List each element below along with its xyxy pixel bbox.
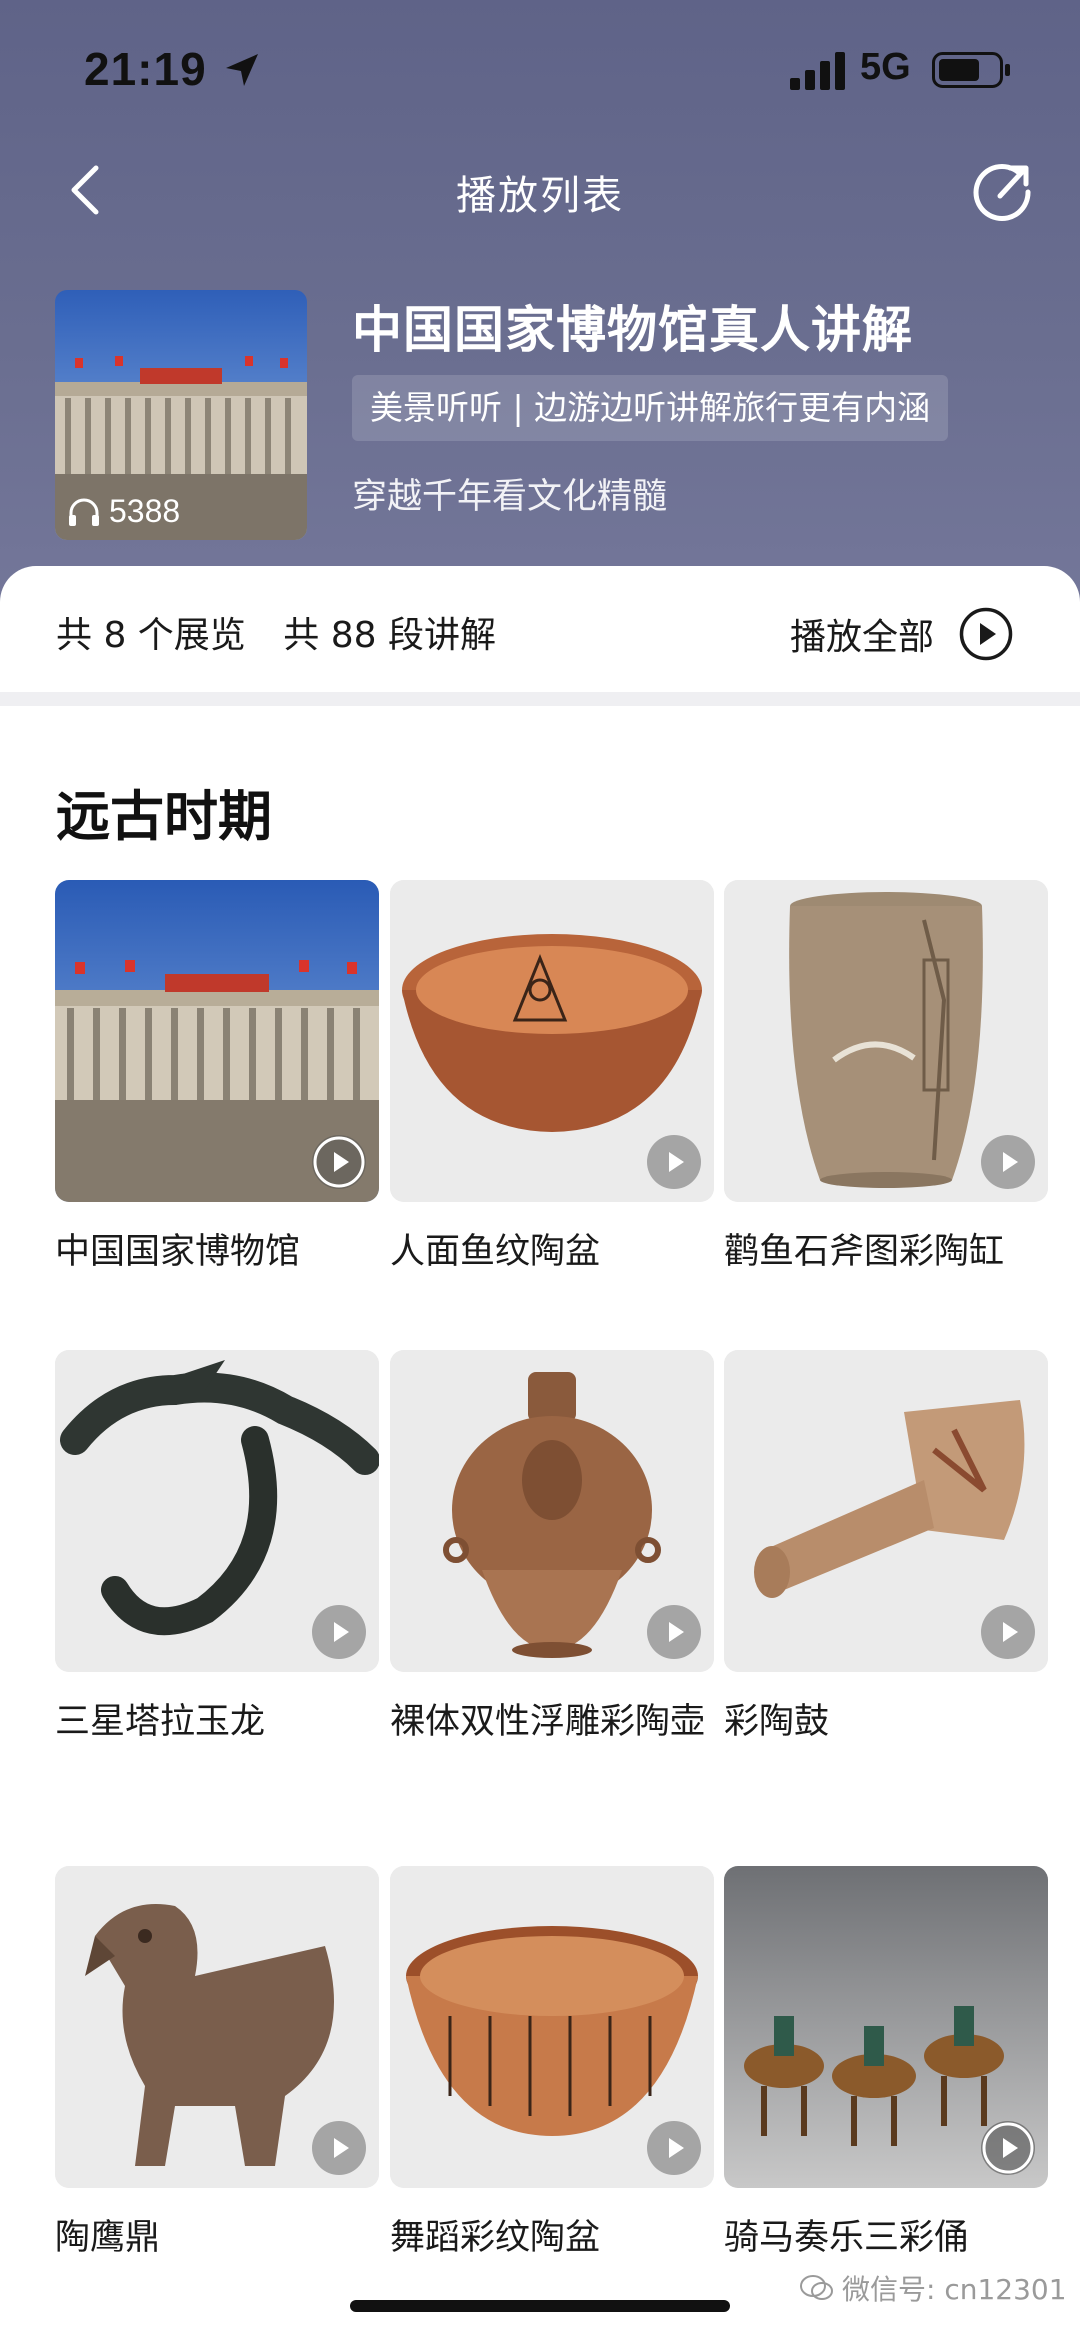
album-title: 中国国家博物馆真人讲解 [352, 301, 913, 359]
play-icon[interactable] [311, 1134, 367, 1190]
exhibit-title: 人面鱼纹陶盆 [390, 1232, 601, 1272]
home-indicator[interactable] [350, 2300, 730, 2312]
exhibition-count: 共 8 个展览 [56, 615, 246, 656]
exhibit-thumbnail [390, 1350, 714, 1672]
page-title: 播放列表 [456, 173, 624, 219]
exhibit-title: 陶鹰鼎 [55, 2218, 161, 2258]
exhibit-card[interactable]: 陶鹰鼎 [55, 1866, 379, 2262]
exhibit-card[interactable]: 裸体双性浮雕彩陶壶 [390, 1350, 714, 1746]
play-all-button[interactable]: 播放全部 [790, 606, 1014, 662]
exhibit-title: 骑马奏乐三彩俑 [724, 2218, 970, 2258]
album-subtitle: 穿越千年看文化精髓 [352, 477, 668, 517]
wechat-icon [800, 2275, 833, 2300]
album-cover-image[interactable]: 5388 [55, 290, 307, 540]
play-icon[interactable] [980, 1604, 1036, 1660]
battery-icon [932, 52, 1010, 88]
section-title: 远古时期 [56, 785, 272, 848]
network-label: 5G [860, 46, 911, 88]
play-circle-icon [959, 607, 1013, 661]
status-bar: 21:19 5G [0, 0, 1080, 150]
exhibit-title: 中国国家博物馆 [55, 1232, 301, 1272]
exhibit-card[interactable]: 舞蹈彩纹陶盆 [390, 1866, 714, 2262]
exhibit-thumbnail [55, 1866, 379, 2188]
play-icon[interactable] [980, 2120, 1036, 2176]
headphones-icon [69, 498, 99, 526]
exhibit-card[interactable]: 彩陶鼓 [724, 1350, 1048, 1746]
share-button[interactable] [970, 158, 1036, 224]
exhibit-thumbnail [390, 1866, 714, 2188]
play-icon[interactable] [980, 1134, 1036, 1190]
exhibit-title: 舞蹈彩纹陶盆 [390, 2218, 601, 2258]
play-icon[interactable] [646, 1604, 702, 1660]
exhibit-title: 彩陶鼓 [724, 1702, 830, 1742]
album-tag: 美景听听 | 边游边听讲解旅行更有内涵 [352, 375, 949, 441]
exhibit-thumbnail [55, 1350, 379, 1672]
exhibit-title: 三星塔拉玉龙 [55, 1702, 266, 1742]
exhibit-title: 鹳鱼石斧图彩陶缸 [724, 1232, 1005, 1272]
exhibit-thumbnail [724, 1350, 1048, 1672]
section-divider [0, 692, 1080, 706]
play-icon[interactable] [311, 2120, 367, 2176]
play-icon[interactable] [646, 1134, 702, 1190]
exhibit-card[interactable]: 鹳鱼石斧图彩陶缸 [724, 880, 1048, 1276]
play-all-label: 播放全部 [790, 617, 935, 658]
playlist-summary: 共 8 个展览 共 88 段讲解 [56, 606, 522, 658]
exhibit-card[interactable]: 中国国家博物馆 [55, 880, 379, 1276]
location-arrow-icon [226, 54, 258, 86]
listen-count-value: 5388 [109, 493, 181, 529]
exhibit-thumbnail [390, 880, 714, 1202]
listen-count: 5388 [67, 493, 180, 530]
play-icon[interactable] [646, 2120, 702, 2176]
exhibit-thumbnail [724, 880, 1048, 1202]
play-icon[interactable] [311, 1604, 367, 1660]
segment-count: 共 88 段讲解 [283, 615, 496, 656]
watermark: 微信号: cn12301 [800, 2268, 1067, 2308]
exhibit-card[interactable]: 骑马奏乐三彩俑 [724, 1866, 1048, 2262]
exhibit-card[interactable]: 人面鱼纹陶盆 [390, 880, 714, 1276]
watermark-text: 微信号: cn12301 [842, 2273, 1067, 2306]
exhibit-title: 裸体双性浮雕彩陶壶 [390, 1702, 706, 1742]
cellular-signal-icon [790, 52, 845, 90]
exhibit-card[interactable]: 三星塔拉玉龙 [55, 1350, 379, 1746]
status-time: 21:19 [84, 43, 207, 95]
exhibit-thumbnail [724, 1866, 1048, 2188]
exhibit-thumbnail [55, 880, 379, 1202]
